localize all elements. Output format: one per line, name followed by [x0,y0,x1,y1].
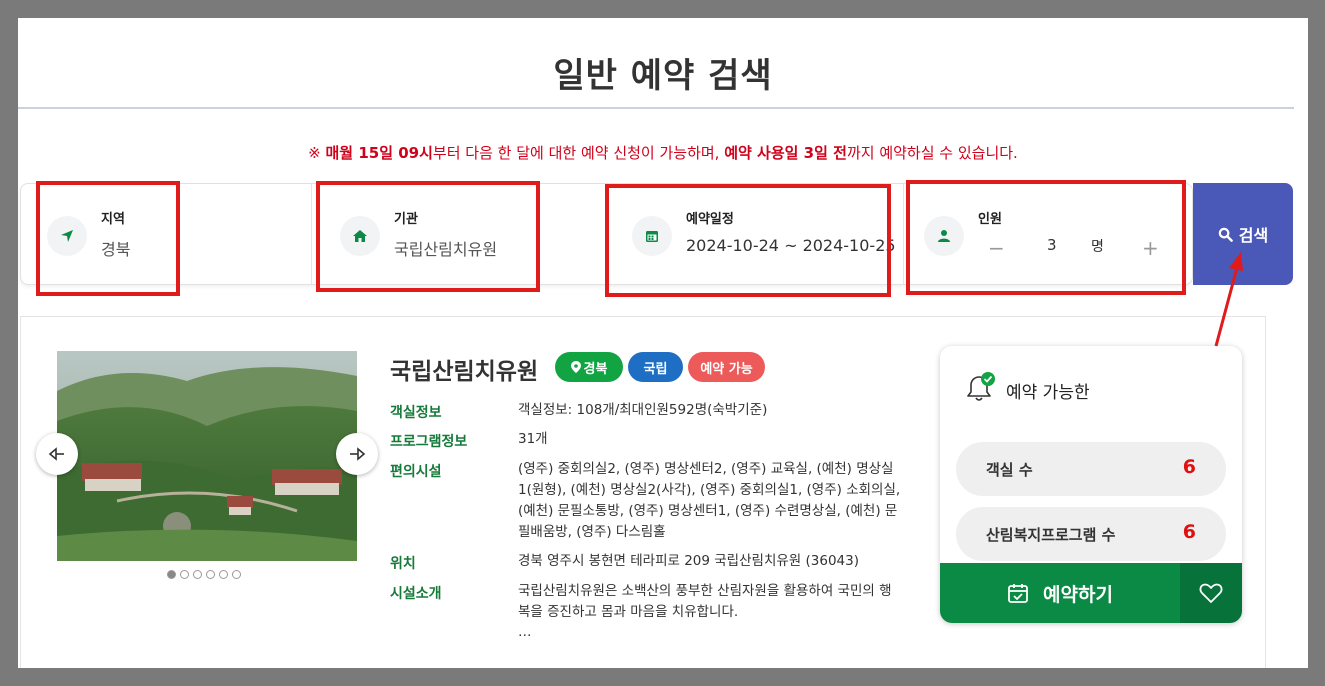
reserve-button[interactable]: 예약하기 [940,563,1180,623]
annotation-box-institution [316,181,540,292]
photo-dot[interactable] [219,570,228,579]
photo-pagination [167,570,241,579]
introduction-ellipsis: … [518,624,532,640]
favorite-button[interactable] [1180,563,1242,623]
search-button-label: 검색 [1238,228,1269,245]
type-tag: 국립 [628,352,683,382]
location-label: 위치 [390,556,416,572]
annotation-box-region [36,181,180,296]
introduction-label: 시설소개 [390,586,442,602]
bell-check-icon [967,372,995,401]
photo-prev-button[interactable] [36,433,78,475]
facility-photo [57,351,357,561]
availability-tag: 예약 가능 [688,352,765,382]
calendar-check-icon [1008,584,1028,603]
amenities-label: 편의시설 [390,464,442,480]
availability-title: 예약 가능한 [1006,383,1090,403]
room-info-value: 객실정보: 108개/최대인원592명(숙박기준) [518,402,768,418]
introduction-value: 국립산림치유원은 소백산의 풍부한 산림자원을 활용하여 국민의 행복을 증진하… [518,583,892,620]
heart-icon [1199,583,1223,603]
program-info-label: 프로그램정보 [390,434,468,450]
program-count-stat: 산림복지프로그램 수 6 [956,507,1226,561]
annotation-arrow [1214,252,1243,347]
program-count-value: 6 [1182,521,1196,543]
photo-dot[interactable] [193,570,202,579]
availability-card: 예약 가능한 객실 수 6 산림복지프로그램 수 6 예약하기 [940,346,1242,623]
facility-name: 국립산림치유원 [390,359,539,385]
page-title: 일반 예약 검색 [553,56,773,96]
annotation-box-people [906,180,1186,295]
title-divider [18,107,1294,109]
search-icon [1218,227,1233,242]
map-pin-icon [570,361,581,373]
photo-dot[interactable] [232,570,241,579]
program-info-value: 31개 [518,431,548,447]
photo-dot[interactable] [167,570,176,579]
room-count-label: 객실 수 [986,461,1033,479]
reservation-notice: ※ 매월 15일 09시부터 다음 한 달에 대한 예약 신청이 가능하며, 예… [308,144,1018,162]
arrow-right-icon [350,447,366,461]
main-frame: 일반 예약 검색 ※ 매월 15일 09시부터 다음 한 달에 대한 예약 신청… [18,18,1308,668]
room-count-value: 6 [1182,456,1196,478]
annotation-box-schedule [605,184,891,297]
room-info-label: 객실정보 [390,405,442,421]
program-count-label: 산림복지프로그램 수 [986,526,1116,544]
arrow-left-icon [48,447,64,461]
reserve-button-label: 예약하기 [1043,583,1113,606]
photo-dot[interactable] [180,570,189,579]
amenities-value: (영주) 중회의실2, (영주) 명상센터2, (영주) 교육실, (예천) 명… [518,461,901,540]
room-count-stat: 객실 수 6 [956,442,1226,496]
location-value: 경북 영주시 봉현면 테라피로 209 국립산림치유원 (36043) [518,553,859,569]
photo-next-button[interactable] [336,433,378,475]
photo-dot[interactable] [206,570,215,579]
region-tag: 경북 [555,352,623,382]
